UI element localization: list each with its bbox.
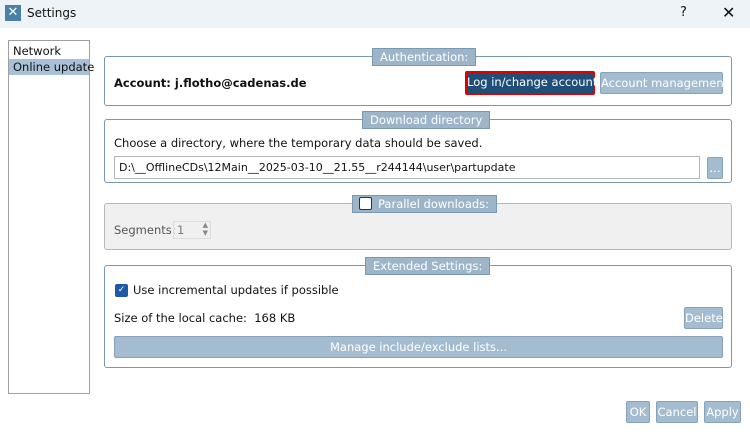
manage-include-exclude-button[interactable]: Manage include/exclude lists... [114, 336, 723, 358]
segments-spinner[interactable]: 1 ▲ ▼ [173, 221, 211, 239]
segments-value: 1 [177, 223, 185, 237]
extended-settings-legend: Extended Settings: [365, 257, 491, 275]
account-management-button[interactable]: Account management [600, 72, 728, 94]
sidebar-item-network[interactable]: Network [9, 43, 89, 59]
parallel-downloads-legend: Parallel downloads: [352, 195, 498, 213]
cache-size-value: 168 KB [254, 311, 296, 325]
incremental-updates-checkbox[interactable]: ✓ [115, 284, 128, 297]
ok-button[interactable]: OK [626, 401, 650, 423]
incremental-updates-label: Use incremental updates if possible [133, 283, 339, 297]
title-bar [0, 0, 750, 28]
spinner-arrows-icon[interactable]: ▲ ▼ [203, 221, 208, 237]
authentication-legend: Authentication: [372, 48, 477, 66]
close-button[interactable]: ✕ [722, 3, 735, 22]
apply-button[interactable]: Apply [704, 401, 741, 423]
cache-size-label: Size of the local cache: 168 KB [114, 311, 295, 325]
window-title: Settings [27, 6, 77, 20]
settings-app-icon: ✕ [5, 5, 21, 21]
cache-size-caption: Size of the local cache: [114, 311, 247, 325]
cancel-button[interactable]: Cancel [656, 401, 698, 423]
parallel-downloads-label: Parallel downloads: [378, 197, 490, 211]
delete-cache-button[interactable]: Delete [684, 307, 723, 329]
download-description: Choose a directory, where the temporary … [114, 136, 483, 150]
sidebar-item-online-update[interactable]: Online update [9, 59, 94, 75]
download-path-input[interactable]: D:\__OfflineCDs\12Main__2025-03-10__21.5… [114, 156, 700, 179]
browse-button[interactable]: ... [707, 157, 723, 179]
segments-label: Segments: [114, 223, 176, 237]
account-label: Account: j.flotho@cadenas.de [114, 76, 307, 90]
parallel-downloads-checkbox[interactable] [359, 197, 372, 210]
settings-sidebar: Network Online update [8, 40, 94, 394]
download-directory-legend: Download directory [362, 111, 491, 129]
help-button[interactable]: ? [680, 5, 687, 20]
login-change-account-button[interactable]: Log in/change account [465, 71, 597, 95]
